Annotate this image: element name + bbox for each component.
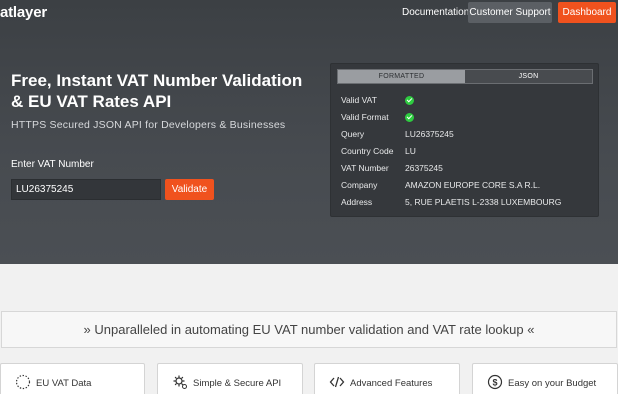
result-value: 26375245 [405, 163, 443, 173]
svg-text:$: $ [492, 378, 497, 388]
globe-dotted-icon [15, 374, 31, 390]
validate-button[interactable]: Validate [165, 179, 214, 200]
check-icon [405, 113, 414, 122]
dollar-icon: $ [487, 374, 503, 390]
hero-title: Free, Instant VAT Number Validation & EU… [11, 71, 303, 111]
feature-label: EU VAT Data [36, 378, 92, 389]
result-key: Query [341, 129, 365, 139]
nav-dashboard-button[interactable]: Dashboard [558, 2, 616, 23]
vat-number-input[interactable] [11, 179, 161, 200]
result-key: Valid VAT [341, 95, 377, 105]
feature-label: Simple & Secure API [193, 378, 282, 389]
gear-icon [173, 375, 187, 389]
tab-json[interactable]: JSON [465, 70, 592, 83]
check-icon [405, 96, 414, 105]
nav-support-button[interactable]: Customer Support [468, 2, 552, 23]
result-value: 5, RUE PLAETIS L-2338 LUXEMBOURG [405, 197, 562, 207]
feature-simple-secure-api[interactable]: Simple & Secure API [157, 363, 303, 394]
tagline-banner: » Unparalleled in automating EU VAT numb… [1, 311, 617, 348]
code-icon [329, 376, 345, 388]
hero-subtitle: HTTPS Secured JSON API for Developers & … [11, 119, 286, 131]
vat-input-label: Enter VAT Number [11, 159, 94, 170]
feature-label: Advanced Features [350, 378, 433, 389]
result-key: Valid Format [341, 112, 389, 122]
result-panel: FORMATTED JSON Valid VAT Valid Format Qu… [330, 63, 599, 217]
result-value: LU [405, 146, 416, 156]
feature-eu-vat-data[interactable]: EU VAT Data [0, 363, 145, 394]
result-value: AMAZON EUROPE CORE S.A R.L. [405, 180, 541, 190]
result-value: LU26375245 [405, 129, 454, 139]
result-key: Country Code [341, 146, 394, 156]
feature-advanced-features[interactable]: Advanced Features [314, 363, 460, 394]
result-key: Company [341, 180, 378, 190]
result-key: Address [341, 197, 373, 207]
feature-easy-on-budget[interactable]: $ Easy on your Budget [472, 363, 618, 394]
feature-label: Easy on your Budget [508, 378, 597, 389]
result-key: VAT Number [341, 163, 389, 173]
hero-section: atlayer Documentation Customer Support D… [0, 0, 618, 264]
result-tabs: FORMATTED JSON [337, 69, 593, 84]
tab-formatted[interactable]: FORMATTED [338, 70, 465, 83]
logo[interactable]: atlayer [0, 4, 47, 21]
nav-documentation-link[interactable]: Documentation [402, 7, 469, 18]
